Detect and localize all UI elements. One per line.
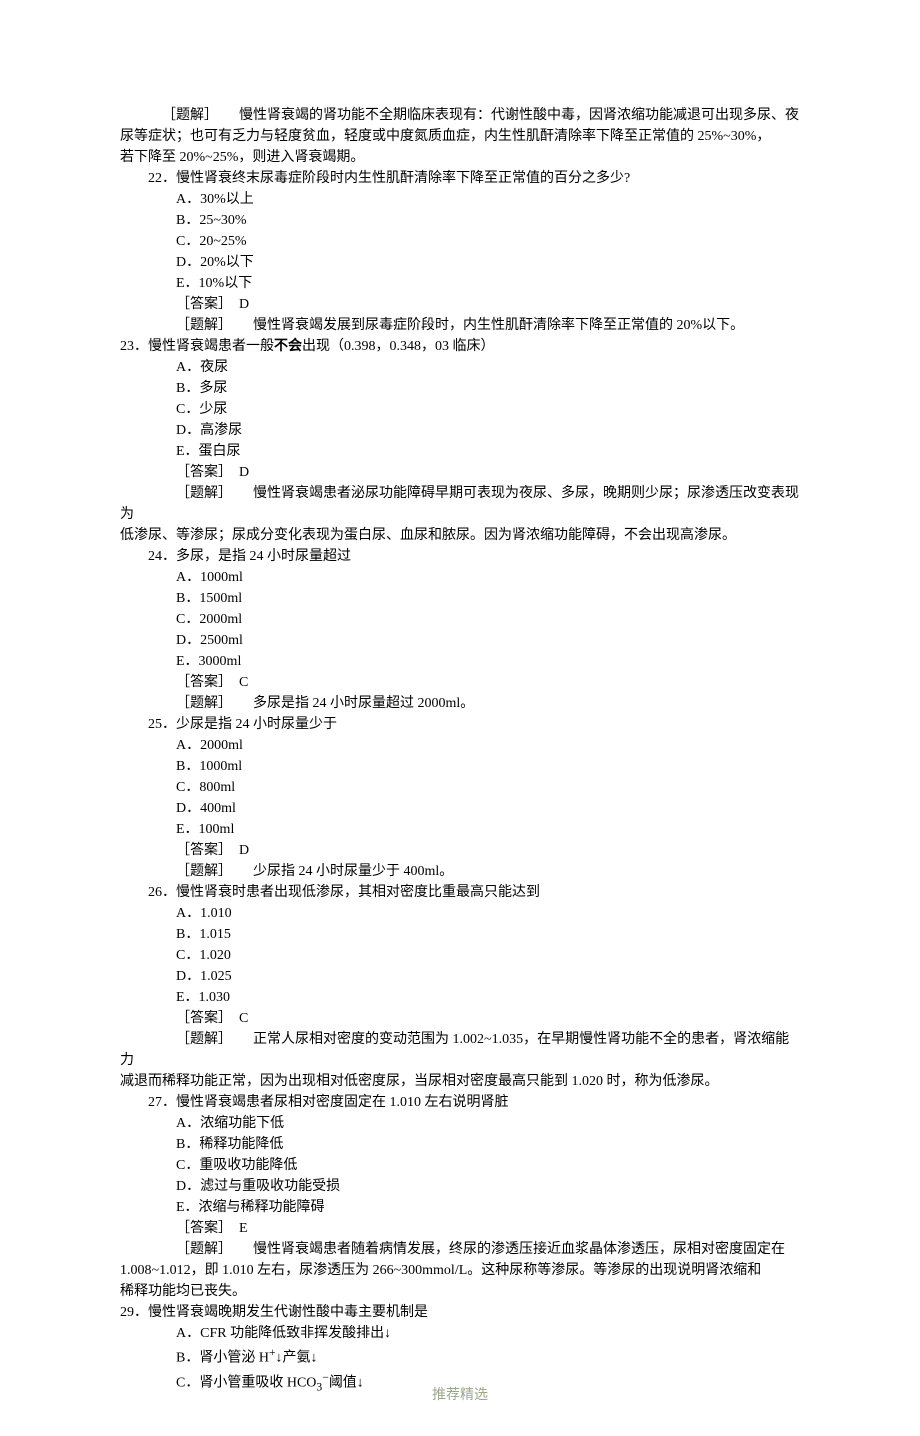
text-line: ［题解］ 多尿是指 24 小时尿量超过 2000ml。 [120,693,800,714]
text-line: A．CFR 功能降低致非挥发酸排出↓ [120,1323,800,1344]
text-line: 1.008~1.012，即 1.010 左右，尿渗透压为 266~300mmol… [120,1260,800,1281]
text-line: ［题解］ 少尿指 24 小时尿量少于 400ml。 [120,861,800,882]
text-line: C．少尿 [120,399,800,420]
text-line: A．1000ml [120,567,800,588]
text-line: C．20~25% [120,231,800,252]
text-line: 26．慢性肾衰时患者出现低渗尿，其相对密度比重最高只能达到 [120,882,800,903]
text-line: B．肾小管泌 H+↓产氨↓ [120,1344,800,1369]
text-line: C．重吸收功能降低 [120,1155,800,1176]
text-line: E．1.030 [120,987,800,1008]
page-footer: 推荐精选 [0,1385,920,1406]
text-line: 29．慢性肾衰竭晚期发生代谢性酸中毒主要机制是 [120,1302,800,1323]
text-line: A．浓缩功能下低 [120,1113,800,1134]
text-line: ［题解］ 正常人尿相对密度的变动范围为 1.002~1.035，在早期慢性肾功能… [120,1029,800,1071]
text-line: C．800ml [120,777,800,798]
text-line: 25．少尿是指 24 小时尿量少于 [120,714,800,735]
text-line: ［答案］ D [120,840,800,861]
text-line: A．1.010 [120,903,800,924]
text-line: C．2000ml [120,609,800,630]
text-line: A．30%以上 [120,189,800,210]
text-line: E．10%以下 [120,273,800,294]
text-line: C．1.020 [120,945,800,966]
text-line: 尿等症状；也可有乏力与轻度贫血，轻度或中度氮质血症，内生性肌酐清除率下降至正常值… [120,126,800,147]
text-line: E．3000ml [120,651,800,672]
text-line: 23．慢性肾衰竭患者一般不会出现（0.398，0.348，03 临床） [120,336,800,357]
text-line: E．100ml [120,819,800,840]
text-line: B．1.015 [120,924,800,945]
text-line: D．滤过与重吸收功能受损 [120,1176,800,1197]
text-line: ［题解］ 慢性肾衰竭发展到尿毒症阶段时，内生性肌酐清除率下降至正常值的 20%以… [120,315,800,336]
text-line: ［答案］ E [120,1218,800,1239]
text-line: 24．多尿，是指 24 小时尿量超过 [120,546,800,567]
text-line: 27．慢性肾衰竭患者尿相对密度固定在 1.010 左右说明肾脏 [120,1092,800,1113]
text-line: ［答案］ C [120,672,800,693]
text-line: D．1.025 [120,966,800,987]
text-line: 若下降至 20%~25%，则进入肾衰竭期。 [120,147,800,168]
text-line: A．夜尿 [120,357,800,378]
text-line: E．蛋白尿 [120,441,800,462]
text-line: 稀释功能均已丧失。 [120,1281,800,1302]
text-line: ［题解］ 慢性肾衰竭的肾功能不全期临床表现有：代谢性酸中毒，因肾浓缩功能减退可出… [120,105,800,126]
text-line: ［答案］ D [120,462,800,483]
text-line: B．1500ml [120,588,800,609]
text-line: ［题解］ 慢性肾衰竭患者泌尿功能障碍早期可表现为夜尿、多尿，晚期则少尿；尿渗透压… [120,483,800,525]
text-line: B．25~30% [120,210,800,231]
text-line: 低渗尿、等渗尿；尿成分变化表现为蛋白尿、血尿和脓尿。因为肾浓缩功能障碍，不会出现… [120,525,800,546]
text-line: E．浓缩与稀释功能障碍 [120,1197,800,1218]
text-line: D．高渗尿 [120,420,800,441]
text-line: B．多尿 [120,378,800,399]
text-line: 减退而稀释功能正常，因为出现相对低密度尿，当尿相对密度最高只能到 1.020 时… [120,1071,800,1092]
text-line: ［答案］ C [120,1008,800,1029]
text-line: D．20%以下 [120,252,800,273]
text-line: B．1000ml [120,756,800,777]
text-line: ［答案］ D [120,294,800,315]
text-line: A．2000ml [120,735,800,756]
text-line: B．稀释功能降低 [120,1134,800,1155]
text-line: D．2500ml [120,630,800,651]
text-line: 22．慢性肾衰终末尿毒症阶段时内生性肌酐清除率下降至正常值的百分之多少? [120,168,800,189]
text-line: D．400ml [120,798,800,819]
text-line: ［题解］ 慢性肾衰竭患者随着病情发展，终尿的渗透压接近血浆晶体渗透压，尿相对密度… [120,1239,800,1260]
